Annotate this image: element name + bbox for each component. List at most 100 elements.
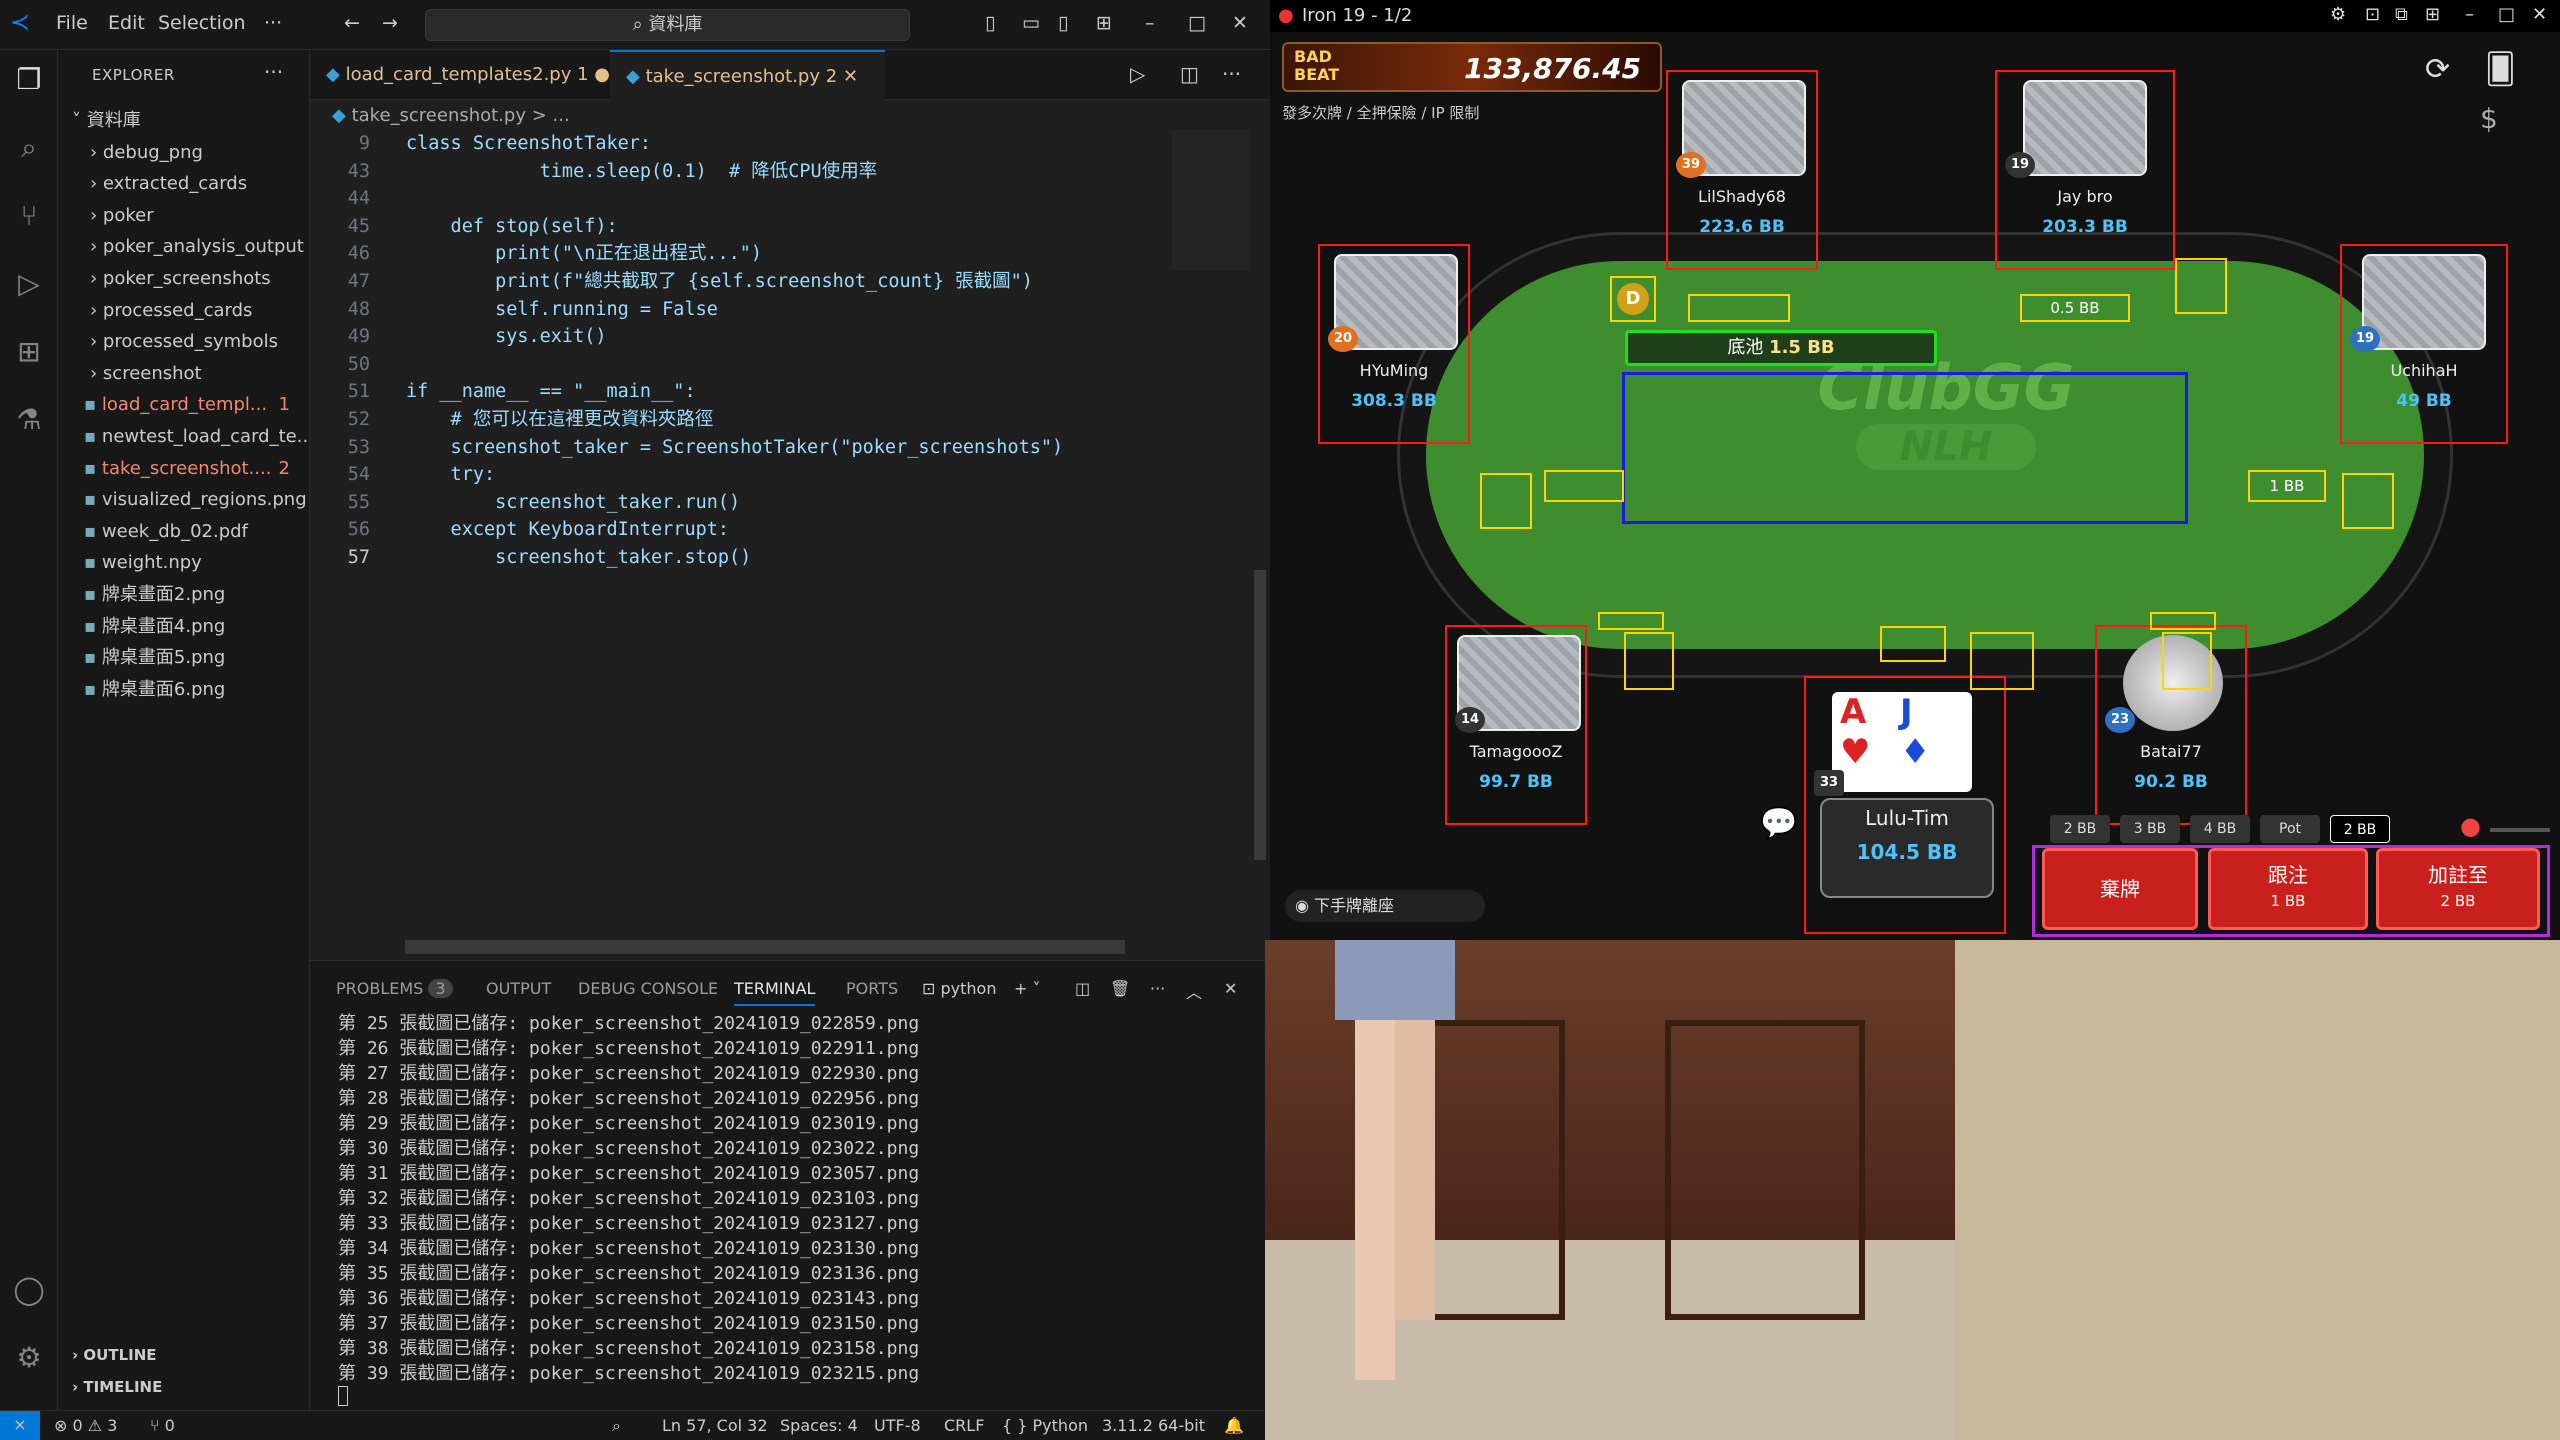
chat-icon[interactable]: 💬 <box>1760 806 1797 841</box>
split-editor-icon[interactable]: ◫ <box>1180 62 1199 86</box>
remote-icon[interactable]: ⨯ <box>0 1411 40 1440</box>
seat-lilshady68[interactable]: 39 LilShady68 223.6 BB <box>1666 70 1818 270</box>
tree-item[interactable]: › debug_png <box>58 137 310 169</box>
close-window-icon[interactable]: ✕ <box>2532 4 2547 25</box>
code-line[interactable]: 45 def stop(self): <box>310 213 1170 241</box>
tree-item[interactable]: ▪ 牌桌畫面2.png <box>58 579 310 611</box>
python-interpreter[interactable]: 3.11.2 64-bit <box>1102 1416 1205 1435</box>
account-icon[interactable]: ◯ <box>11 1272 47 1308</box>
breadcrumb[interactable]: ◆ take_screenshot.py > ... <box>332 105 570 126</box>
timeline-section[interactable]: › TIMELINE <box>72 1378 162 1396</box>
tab-debug-console[interactable]: DEBUG CONSOLE <box>578 979 718 998</box>
source-control-icon[interactable]: ⑂ <box>11 198 47 234</box>
panel-more-icon[interactable]: ··· <box>1150 979 1165 998</box>
tree-item[interactable]: ▪ 牌桌畫面4.png <box>58 611 310 643</box>
outline-section[interactable]: › OUTLINE <box>72 1346 157 1364</box>
cursor-position[interactable]: Ln 57, Col 32 <box>662 1416 768 1435</box>
tab-output[interactable]: OUTPUT <box>486 979 551 998</box>
code-line[interactable]: 55 screenshot_taker.run() <box>310 489 1170 517</box>
bet-size-4bb[interactable]: 4 BB <box>2190 815 2250 843</box>
tree-item[interactable]: › poker <box>58 200 310 232</box>
toggle-secondary-sidebar-icon[interactable]: ▯ <box>1058 12 1068 34</box>
horizontal-scrollbar[interactable] <box>405 940 1125 954</box>
language-mode[interactable]: { } Python <box>1002 1416 1088 1435</box>
seat-jay-bro[interactable]: 19 Jay bro 203.3 BB <box>1995 70 2175 270</box>
tree-item[interactable]: › processed_symbols <box>58 326 310 358</box>
minimize-icon[interactable]: – <box>1145 12 1155 34</box>
menu-edit[interactable]: Edit <box>108 12 145 34</box>
tree-item[interactable]: ▪ load_card_templ... 1 <box>58 389 310 421</box>
tab-problems[interactable]: PROBLEMS 3 <box>336 979 453 998</box>
minimap[interactable] <box>1172 130 1250 270</box>
tree-item[interactable]: › extracted_cards <box>58 168 310 200</box>
tree-item[interactable]: ▪ week_db_02.pdf <box>58 516 310 548</box>
hand-replay-icon[interactable]: 🂠 <box>2485 52 2516 87</box>
kill-terminal-icon[interactable]: 🗑 <box>1110 979 1130 998</box>
terminal-output[interactable]: 第 25 張截圖已儲存: poker_screenshot_20241019_0… <box>338 1011 919 1411</box>
layout-icon[interactable]: ⊡ <box>2365 4 2380 25</box>
settings-gear-icon[interactable]: ⚙ <box>2330 4 2346 25</box>
code-line[interactable]: 44 <box>310 185 1170 213</box>
bet-size-pot[interactable]: Pot <box>2260 815 2320 843</box>
tree-item[interactable]: ▪ visualized_regions.png <box>58 484 310 516</box>
explorer-more-icon[interactable]: ··· <box>264 60 283 84</box>
menu-file[interactable]: File <box>56 12 88 34</box>
seat-tamagoooz[interactable]: 14 TamagoooZ 99.7 BB <box>1445 625 1587 825</box>
notifications-bell-icon[interactable]: 🔔 <box>1224 1416 1244 1435</box>
tree-item[interactable]: › poker_screenshots <box>58 263 310 295</box>
maximize-icon[interactable]: □ <box>2498 4 2515 25</box>
tree-item[interactable]: ▪ newtest_load_card_te... <box>58 421 310 453</box>
close-tab-icon[interactable]: ✕ <box>843 66 858 87</box>
bet-amount-input[interactable]: 2 BB <box>2330 815 2390 843</box>
code-line[interactable]: 47 print(f"總共截取了 {self.screenshot_count}… <box>310 268 1170 296</box>
tab-load-card-templates[interactable]: ◆ load_card_templates2.py 1 ● <box>310 50 610 100</box>
code-line[interactable]: 48 self.running = False <box>310 296 1170 324</box>
history-icon[interactable]: ⟳ <box>2425 52 2450 87</box>
code-line[interactable]: 46 print("\n正在退出程式...") <box>310 240 1170 268</box>
maximize-icon[interactable]: □ <box>1188 12 1206 34</box>
editor-scrollbar[interactable] <box>1250 130 1268 860</box>
toggle-sidebar-icon[interactable]: ▯ <box>985 12 995 34</box>
zoom-icon[interactable]: ⌕ <box>612 1416 621 1436</box>
tree-item[interactable]: ▪ 牌桌畫面6.png <box>58 674 310 706</box>
tree-item[interactable]: › processed_cards <box>58 295 310 327</box>
run-debug-icon[interactable]: ▷ <box>11 266 47 302</box>
grid-icon[interactable]: ⊞ <box>2425 4 2440 25</box>
close-window-icon[interactable]: ✕ <box>1232 12 1248 34</box>
cashout-icon[interactable]: $ <box>2480 102 2498 135</box>
terminal-cursor[interactable] <box>338 1386 919 1411</box>
seat-hero-lulu-tim[interactable]: A ♥ J ♦ 33 Lulu-Tim 104.5 BB <box>1804 676 2006 934</box>
testing-icon[interactable]: ⚗ <box>11 402 47 438</box>
tree-item[interactable]: ▪ weight.npy <box>58 547 310 579</box>
toggle-panel-icon[interactable]: ▭ <box>1022 12 1040 34</box>
explorer-icon[interactable]: ❐ <box>11 62 47 98</box>
code-line[interactable]: 49 sys.exit() <box>310 323 1170 351</box>
tree-item[interactable]: › screenshot <box>58 358 310 390</box>
code-lines[interactable]: 9 class ScreenshotTaker: 43 time.sleep(0.1… <box>310 130 1170 572</box>
bad-beat-jackpot[interactable]: BAD BEAT 133,876.45 <box>1282 42 1662 92</box>
code-line[interactable]: 43 time.sleep(0.1) # 降低CPU使用率 <box>310 158 1170 186</box>
search-view-icon[interactable]: ⌕ <box>11 130 47 166</box>
code-line[interactable]: 57 screenshot_taker.stop() <box>310 544 1170 572</box>
close-panel-icon[interactable]: ✕ <box>1224 979 1237 998</box>
code-line[interactable]: 56 except KeyboardInterrupt: <box>310 516 1170 544</box>
minimize-icon[interactable]: – <box>2465 4 2474 25</box>
call-button[interactable]: 跟注 1 BB <box>2208 848 2368 930</box>
code-line[interactable]: 9 class ScreenshotTaker: <box>310 130 1170 158</box>
code-line[interactable]: 50 <box>310 351 1170 379</box>
back-arrow-icon[interactable]: ← <box>344 12 360 34</box>
tile-icon[interactable]: ⧉ <box>2395 4 2408 25</box>
bet-slider[interactable] <box>2490 828 2550 832</box>
command-center-search[interactable]: ⌕ 資料庫 <box>425 9 910 41</box>
split-terminal-icon[interactable]: ◫ <box>1075 979 1090 998</box>
run-file-icon[interactable]: ▷ <box>1130 62 1145 86</box>
new-terminal-icon[interactable]: + ˅ <box>1014 979 1041 998</box>
seat-hyuming[interactable]: 20 HYuMing 308.3 BB <box>1318 244 1470 444</box>
code-line[interactable]: 52 # 您可以在這裡更改資料夾路徑 <box>310 406 1170 434</box>
eol[interactable]: CRLF <box>944 1416 984 1435</box>
problems-status[interactable]: ⊗ 0 ⚠ 3 <box>54 1416 117 1435</box>
tab-take-screenshot[interactable]: ◆ take_screenshot.py 2 ✕ <box>610 50 885 100</box>
bet-slider-handle[interactable]: ● <box>2460 812 2481 840</box>
forward-arrow-icon[interactable]: → <box>382 12 398 34</box>
indentation[interactable]: Spaces: 4 <box>780 1416 858 1435</box>
